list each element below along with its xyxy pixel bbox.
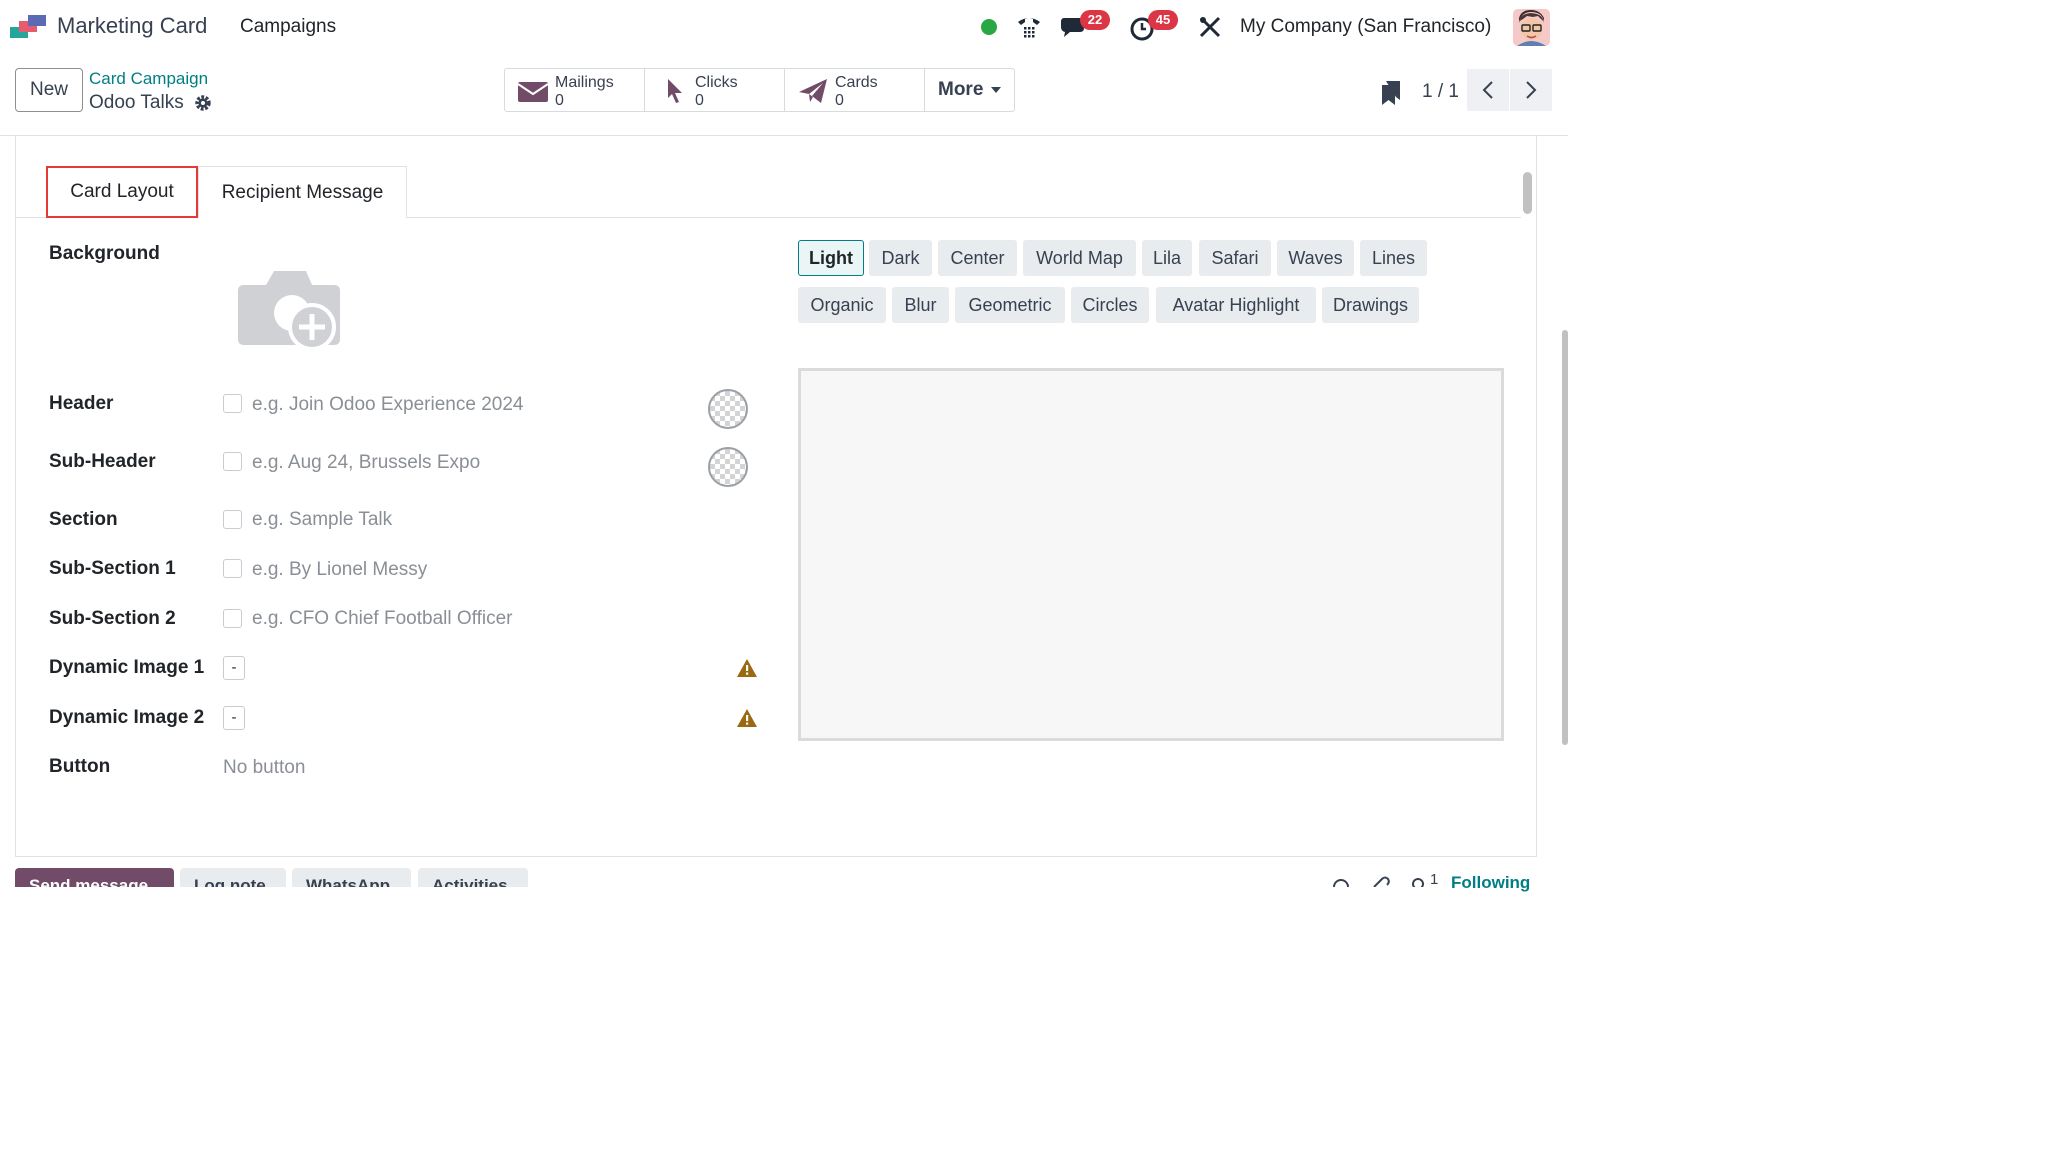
warning-icon: [737, 659, 757, 677]
new-button[interactable]: New: [15, 68, 83, 112]
search-messages-icon[interactable]: [1331, 877, 1351, 887]
style-option-avatar-highlight[interactable]: Avatar Highlight: [1156, 287, 1316, 323]
sub-section-1-checkbox[interactable]: [223, 559, 242, 578]
smart-buttons: Mailings 0 Clicks 0 Cards 0 More: [504, 68, 1015, 112]
tab-card-layout[interactable]: Card Layout: [46, 166, 198, 218]
card-preview: [798, 368, 1504, 741]
cards-label: Cards: [835, 74, 878, 91]
dynamic-image-2-label: Dynamic Image 2: [49, 707, 205, 728]
sub-section-2-input[interactable]: e.g. CFO Chief Football Officer: [252, 608, 512, 630]
app-name: Marketing Card: [57, 13, 208, 38]
tab-recipient-message[interactable]: Recipient Message: [198, 166, 407, 218]
style-option-circles[interactable]: Circles: [1071, 287, 1149, 323]
style-option-safari[interactable]: Safari: [1199, 240, 1271, 276]
pager-next-button[interactable]: [1510, 69, 1552, 111]
paperclip-icon[interactable]: [1371, 876, 1391, 887]
app-logo-icon[interactable]: [10, 14, 46, 40]
sub-section-1-label: Sub-Section 1: [49, 558, 176, 579]
section-label: Section: [49, 509, 118, 530]
followers-count: 1: [1430, 871, 1439, 888]
style-option-organic[interactable]: Organic: [798, 287, 886, 323]
mailings-count: 0: [555, 92, 564, 109]
header-checkbox[interactable]: [223, 394, 242, 413]
section-checkbox[interactable]: [223, 510, 242, 529]
messages-badge: 22: [1080, 10, 1110, 30]
company-switcher[interactable]: My Company (San Francisco): [1240, 16, 1491, 38]
user-avatar[interactable]: [1513, 9, 1550, 46]
style-option-waves[interactable]: Waves: [1277, 240, 1354, 276]
clicks-label: Clicks: [695, 74, 738, 91]
notebook-tabs: Card Layout Recipient Message: [16, 166, 1521, 218]
log-note-button[interactable]: Log note: [180, 868, 286, 887]
style-option-center[interactable]: Center: [938, 240, 1017, 276]
button-value[interactable]: No button: [223, 757, 305, 779]
style-option-light[interactable]: Light: [798, 240, 864, 276]
header-label: Header: [49, 393, 114, 414]
sub-header-label: Sub-Header: [49, 451, 156, 472]
style-option-drawings[interactable]: Drawings: [1322, 287, 1419, 323]
top-navbar: Marketing Card Campaigns 22 45 My Compan…: [0, 0, 1568, 54]
mailings-label: Mailings: [555, 74, 614, 91]
caret-down-icon: [991, 87, 1002, 93]
sub-header-checkbox[interactable]: [223, 452, 242, 471]
followers-icon[interactable]: [1410, 877, 1426, 887]
chevron-right-icon: [1526, 81, 1537, 99]
sub-header-input[interactable]: e.g. Aug 24, Brussels Expo: [252, 452, 480, 474]
pager-previous-button[interactable]: [1467, 69, 1509, 111]
cards-smart-button[interactable]: Cards 0: [785, 69, 925, 111]
dynamic-image-1-select[interactable]: -: [223, 656, 245, 680]
phone-icon[interactable]: [1016, 14, 1042, 40]
bookmark-copy-icon[interactable]: [1380, 80, 1402, 106]
cards-count: 0: [835, 92, 844, 109]
tools-icon[interactable]: [1198, 15, 1222, 39]
form-sheet: Card Layout Recipient Message Background…: [15, 136, 1537, 857]
dynamic-image-2-select[interactable]: -: [223, 706, 245, 730]
style-option-blur[interactable]: Blur: [892, 287, 949, 323]
camera-add-icon[interactable]: [236, 261, 346, 356]
control-panel: New Card Campaign Odoo Talks Mailings 0 …: [0, 54, 1568, 136]
clicks-count: 0: [695, 92, 704, 109]
warning-icon: [737, 709, 757, 727]
style-option-lines[interactable]: Lines: [1360, 240, 1427, 276]
background-label: Background: [49, 243, 160, 264]
menu-campaigns[interactable]: Campaigns: [240, 16, 336, 38]
sub-header-color-picker[interactable]: [708, 447, 748, 487]
style-option-lila[interactable]: Lila: [1142, 240, 1192, 276]
section-input[interactable]: e.g. Sample Talk: [252, 509, 392, 531]
style-option-world-map[interactable]: World Map: [1023, 240, 1136, 276]
clicks-smart-button[interactable]: Clicks 0: [645, 69, 785, 111]
header-color-picker[interactable]: [708, 389, 748, 429]
sub-section-2-label: Sub-Section 2: [49, 608, 176, 629]
envelope-icon: [517, 82, 549, 102]
sub-section-1-input[interactable]: e.g. By Lionel Messy: [252, 559, 427, 581]
whatsapp-button[interactable]: WhatsApp: [292, 868, 411, 887]
presence-status-icon[interactable]: [981, 19, 997, 35]
button-label: Button: [49, 756, 111, 777]
mailings-smart-button[interactable]: Mailings 0: [505, 69, 645, 111]
paper-plane-icon: [799, 79, 827, 103]
following-button[interactable]: Following: [1451, 873, 1530, 893]
send-message-button[interactable]: Send message: [15, 868, 174, 887]
breadcrumb-current: Odoo Talks: [89, 92, 184, 113]
form-scrollbar[interactable]: [1523, 172, 1532, 214]
style-option-dark[interactable]: Dark: [869, 240, 932, 276]
pager-value[interactable]: 1 / 1: [1422, 81, 1459, 103]
activities-button[interactable]: Activities: [418, 868, 528, 887]
breadcrumb-parent[interactable]: Card Campaign: [89, 69, 208, 89]
activities-badge: 45: [1148, 10, 1178, 30]
header-input[interactable]: e.g. Join Odoo Experience 2024: [252, 394, 523, 416]
sub-section-2-checkbox[interactable]: [223, 609, 242, 628]
more-label: More: [938, 79, 984, 100]
gear-icon[interactable]: [194, 94, 212, 112]
cursor-icon: [668, 79, 682, 103]
page-scrollbar[interactable]: [1562, 330, 1568, 745]
style-option-geometric[interactable]: Geometric: [955, 287, 1065, 323]
dynamic-image-1-label: Dynamic Image 1: [49, 657, 205, 678]
chevron-left-icon: [1482, 81, 1493, 99]
more-dropdown[interactable]: More: [925, 69, 1014, 111]
